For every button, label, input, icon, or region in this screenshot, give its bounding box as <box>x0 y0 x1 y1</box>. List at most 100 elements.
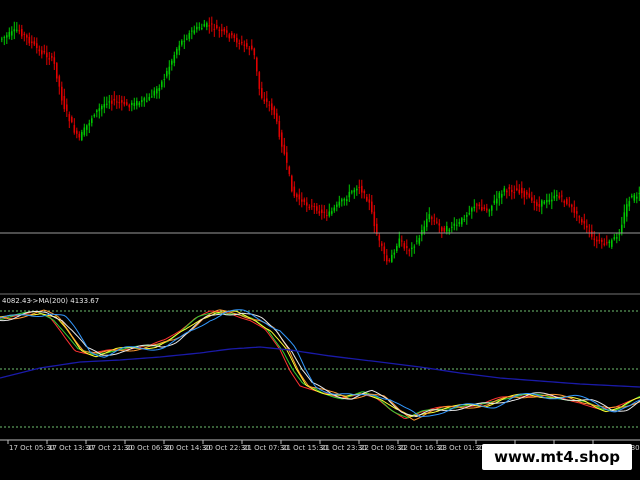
candle-body <box>473 206 476 209</box>
candle-body <box>138 102 141 106</box>
candle-body <box>431 217 433 219</box>
price-panel[interactable] <box>1 16 640 265</box>
candle-body <box>548 199 551 202</box>
candle-body <box>361 185 363 193</box>
candle-body <box>131 102 133 106</box>
candle-body <box>101 106 103 110</box>
candle-body <box>296 194 298 198</box>
candle-body <box>358 186 361 189</box>
price-chart[interactable]: 4082.43 ->MA(200) 4133.67 17 Oct 05:3017… <box>0 0 640 480</box>
candle-body <box>326 215 328 217</box>
candle-body <box>156 88 158 94</box>
candle-body <box>186 38 188 40</box>
candle-body <box>231 33 233 36</box>
candle-body <box>221 29 223 32</box>
candle-body <box>516 188 518 191</box>
indicator-panel[interactable] <box>0 309 640 421</box>
candle-body <box>613 237 616 240</box>
candle-body <box>478 204 481 207</box>
candle-body <box>438 223 441 226</box>
candle-body <box>153 90 156 96</box>
candle-body <box>338 201 341 206</box>
candle-body <box>628 201 631 207</box>
candle-body <box>308 206 311 208</box>
candle-body <box>408 250 411 252</box>
candle-body <box>93 114 96 117</box>
candle-body <box>61 86 63 101</box>
candle-body <box>223 28 226 32</box>
candle-body <box>458 222 461 224</box>
candle-body <box>541 200 543 207</box>
candle-body <box>558 195 561 199</box>
candle-body <box>293 186 296 197</box>
candle-body <box>281 132 283 147</box>
candle-body <box>513 192 516 194</box>
candle-body <box>556 194 558 197</box>
candle-body <box>261 88 263 98</box>
candle-body <box>591 231 593 237</box>
candle-body <box>71 117 73 123</box>
candle-body <box>578 216 581 218</box>
candle-body <box>191 30 193 32</box>
candle-body <box>546 200 548 203</box>
candle-body <box>48 58 51 60</box>
candle-body <box>46 52 48 58</box>
candle-body <box>146 100 148 102</box>
candle-body <box>3 37 6 39</box>
candle-body <box>218 29 221 31</box>
candle-body <box>106 103 108 105</box>
candle-body <box>381 243 383 246</box>
candle-body <box>56 63 58 79</box>
candle-body <box>248 48 251 50</box>
candle-body <box>543 201 546 204</box>
candle-body <box>41 50 43 55</box>
candle-body <box>396 245 398 251</box>
candle-body <box>553 195 556 199</box>
candle-body <box>386 255 388 262</box>
candle-body <box>303 199 306 202</box>
candle-body <box>608 241 611 244</box>
candle-body <box>616 237 618 239</box>
candle-body <box>463 218 466 220</box>
candle-body <box>23 33 26 35</box>
candle-body <box>388 260 391 262</box>
candle-body <box>126 102 128 105</box>
candle-body <box>393 252 396 255</box>
candle-body <box>63 96 66 110</box>
candle-body <box>171 60 173 65</box>
candle-body <box>593 238 596 240</box>
candle-body <box>68 114 71 122</box>
candle-body <box>598 239 601 242</box>
candle-body <box>118 102 121 104</box>
candle-body <box>456 224 458 226</box>
candle-body <box>161 81 163 88</box>
candle-body <box>523 190 526 198</box>
candle-body <box>373 211 376 227</box>
candle-body <box>136 100 138 106</box>
candle-body <box>141 100 143 103</box>
candle-body <box>96 110 98 113</box>
candle-body <box>371 201 373 213</box>
candle-body <box>521 187 523 194</box>
candle-body <box>166 70 168 77</box>
candle-body <box>618 234 621 236</box>
candle-body <box>536 202 538 206</box>
candle-body <box>331 211 333 214</box>
candle-body <box>533 201 536 203</box>
candle-body <box>173 54 176 63</box>
candle-body <box>596 239 598 242</box>
candle-body <box>576 211 578 214</box>
candle-body <box>351 191 353 193</box>
candle-body <box>206 23 208 28</box>
candle-body <box>226 30 228 33</box>
candle-body <box>398 238 401 247</box>
candle-body <box>343 199 346 201</box>
candle-body <box>481 207 483 211</box>
candle-body <box>626 204 628 217</box>
candle-body <box>526 191 528 195</box>
candle-body <box>28 36 31 44</box>
candle-body <box>346 199 348 202</box>
candle-body <box>426 218 428 228</box>
candle-body <box>493 200 496 204</box>
candle-body <box>443 227 446 232</box>
